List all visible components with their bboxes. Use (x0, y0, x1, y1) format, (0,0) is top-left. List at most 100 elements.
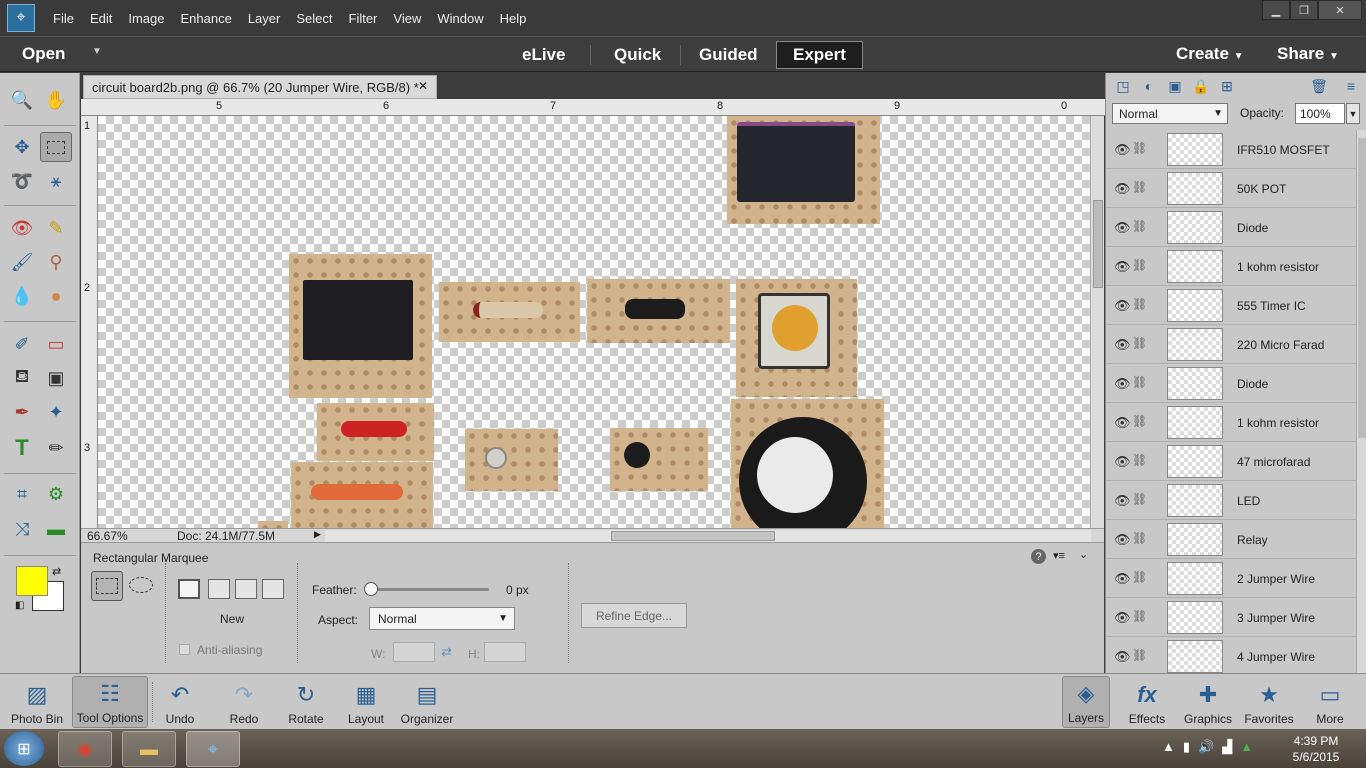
rectangular-marquee-tool-icon[interactable] (40, 132, 72, 162)
redo-button[interactable]: ↷ Redo (222, 676, 266, 728)
crop-tool-icon[interactable]: ⌗ (6, 479, 38, 509)
canvas-horizontal-scroll-thumb[interactable] (611, 531, 775, 541)
chrome-taskbar-icon[interactable]: ◉ (58, 731, 112, 767)
menu-select[interactable]: Select (288, 11, 340, 26)
paint-bucket-tool-icon[interactable]: ⛾ (6, 363, 38, 393)
red-eye-tool-icon[interactable]: 👁 (6, 213, 38, 243)
swap-colors-icon[interactable]: ⇄ (52, 565, 61, 578)
panel-menu-icon[interactable]: ≡ (1342, 77, 1360, 95)
photoshop-elements-taskbar-icon[interactable]: ⌖ (186, 731, 240, 767)
eye-icon[interactable]: 👁 (1114, 454, 1131, 470)
eye-icon[interactable]: 👁 (1114, 415, 1131, 431)
layer-row[interactable]: 👁 ⛓ 50K POT (1106, 169, 1356, 208)
network-icon[interactable]: ▟ (1222, 739, 1232, 755)
eye-icon[interactable]: 👁 (1114, 571, 1131, 587)
menu-file[interactable]: File (45, 11, 82, 26)
zoom-tool-icon[interactable]: 🔍 (6, 85, 38, 115)
smart-brush-tool-icon[interactable]: 🖌 (6, 247, 38, 277)
minimize-button[interactable]: ▁ (1262, 0, 1290, 20)
eye-icon[interactable]: 👁 (1114, 181, 1131, 197)
tab-elive[interactable]: eLive (506, 41, 581, 69)
eye-icon[interactable]: 👁 (1114, 220, 1131, 236)
pencil-tool-icon[interactable]: ✏ (40, 433, 72, 463)
photo-bin-button[interactable]: ▨ Photo Bin (4, 676, 70, 728)
spot-healing-tool-icon[interactable]: ✎ (40, 213, 72, 243)
custom-shape-tool-icon[interactable]: ✦ (40, 397, 72, 427)
link-icon[interactable]: ⛓ (1132, 531, 1147, 545)
eraser-tool-icon[interactable]: ▭ (40, 329, 72, 359)
canvas-vertical-scrollbar[interactable] (1090, 116, 1104, 528)
layer-row[interactable]: 👁 ⛓ Relay (1106, 520, 1356, 559)
volume-icon[interactable]: 🔊 (1198, 739, 1214, 755)
menu-layer[interactable]: Layer (240, 11, 289, 26)
link-icon[interactable]: ⛓ (1132, 258, 1147, 272)
refine-edge-button[interactable]: Refine Edge... (581, 603, 687, 628)
eye-icon[interactable]: 👁 (1114, 532, 1131, 548)
eye-icon[interactable]: 👁 (1114, 298, 1131, 314)
menu-edit[interactable]: Edit (82, 11, 120, 26)
menu-enhance[interactable]: Enhance (173, 11, 240, 26)
document-tab[interactable]: circuit board2b.png @ 66.7% (20 Jumper W… (83, 75, 437, 99)
link-icon[interactable]: ⛓ (1132, 336, 1147, 350)
eye-icon[interactable]: 👁 (1114, 610, 1131, 626)
eye-icon[interactable]: 👁 (1114, 142, 1131, 158)
google-drive-icon[interactable]: ▲ (1240, 739, 1253, 755)
menu-image[interactable]: Image (120, 11, 172, 26)
height-field[interactable] (484, 642, 526, 662)
new-selection-mode[interactable] (178, 579, 200, 599)
link-icon[interactable]: ⛓ (1132, 648, 1147, 662)
eye-icon[interactable]: 👁 (1114, 376, 1131, 392)
feather-slider-handle[interactable] (364, 582, 378, 596)
recompose-tool-icon[interactable]: ⚙ (40, 479, 72, 509)
aspect-dropdown[interactable]: Normal ▼ (369, 607, 515, 630)
canvas-vertical-scroll-thumb[interactable] (1093, 200, 1103, 288)
eye-icon[interactable]: 👁 (1114, 649, 1131, 665)
link-icon[interactable]: ⛓ (1132, 492, 1147, 506)
sponge-tool-icon[interactable]: ● (40, 281, 72, 311)
graphics-button[interactable]: ✚ Graphics (1182, 676, 1234, 728)
eyedropper-tool-icon[interactable]: ✒ (6, 397, 38, 427)
anti-aliasing-checkbox[interactable] (179, 644, 190, 655)
link-icon[interactable]: ⛓ (1132, 297, 1147, 311)
menu-view[interactable]: View (385, 11, 429, 26)
layers-scrollbar[interactable] (1356, 130, 1366, 673)
start-button[interactable]: ⊞ (4, 731, 44, 766)
add-to-selection-mode[interactable] (208, 579, 230, 599)
help-icon[interactable]: ? (1031, 549, 1046, 564)
layer-row[interactable]: 👁 ⛓ 220 Micro Farad (1106, 325, 1356, 364)
close-window-button[interactable]: ✕ (1318, 0, 1362, 20)
show-hidden-icons-icon[interactable]: ▲ (1162, 739, 1175, 755)
share-button[interactable]: Share ▼ (1277, 44, 1339, 64)
effects-button[interactable]: fx Effects (1124, 676, 1170, 728)
menu-help[interactable]: Help (492, 11, 535, 26)
layer-row[interactable]: 👁 ⛓ 3 Jumper Wire (1106, 598, 1356, 637)
open-button[interactable]: Open (22, 44, 65, 64)
lock-all-icon[interactable]: 🔒 (1192, 77, 1210, 95)
link-icon[interactable]: ⛓ (1132, 609, 1147, 623)
restore-button[interactable]: ❐ (1290, 0, 1318, 20)
feather-slider-track[interactable] (371, 588, 489, 591)
layer-row[interactable]: 👁 ⛓ LED (1106, 481, 1356, 520)
tab-guided[interactable]: Guided (683, 41, 774, 69)
status-menu-arrow-icon[interactable]: ▶ (314, 529, 321, 540)
create-button[interactable]: Create ▼ (1176, 44, 1244, 64)
zoom-readout[interactable]: 66.67% (87, 529, 128, 543)
new-fill-layer-icon[interactable]: ◐ (1140, 77, 1158, 95)
hand-tool-icon[interactable]: ✋ (40, 85, 72, 115)
lock-transparency-icon[interactable]: ⊞ (1218, 77, 1236, 95)
link-icon[interactable]: ⛓ (1132, 180, 1147, 194)
eye-icon[interactable]: 👁 (1114, 493, 1131, 509)
panel-menu-icon[interactable]: ▾≡ (1053, 549, 1065, 562)
layer-row[interactable]: 👁 ⛓ 2 Jumper Wire (1106, 559, 1356, 598)
blend-mode-dropdown[interactable]: Normal ▼ (1112, 103, 1228, 124)
image-canvas[interactable] (98, 116, 1090, 528)
collapse-panel-icon[interactable]: ⌄ (1079, 548, 1088, 561)
swap-dimensions-icon[interactable]: ⇄ (441, 644, 452, 660)
taskbar-clock[interactable]: 4:39 PM 5/6/2015 (1288, 733, 1344, 765)
trash-icon[interactable]: 🗑 (1310, 77, 1328, 95)
subtract-from-selection-mode[interactable] (235, 579, 257, 599)
layer-row[interactable]: 👁 ⛓ 47 microfarad (1106, 442, 1356, 481)
layers-button[interactable]: ◈ Layers (1062, 676, 1110, 728)
default-colors-icon[interactable]: ◧ (15, 600, 24, 611)
opacity-dropdown-icon[interactable]: ▼ (1346, 103, 1360, 124)
